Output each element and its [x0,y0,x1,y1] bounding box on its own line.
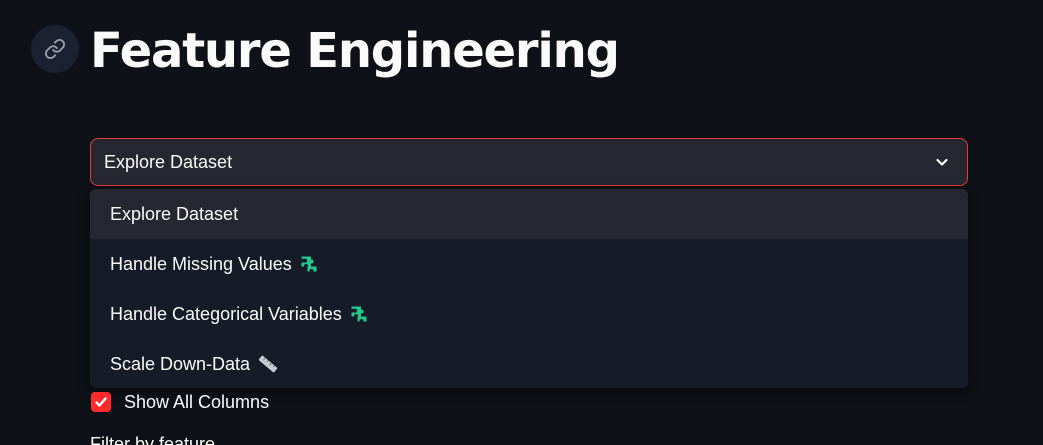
puzzle-piece-icon [299,254,319,274]
chevron-down-icon[interactable] [933,153,951,171]
option-label: Explore Dataset [110,203,239,224]
checkbox-checked-icon[interactable] [91,392,111,412]
link-icon [44,38,66,60]
section-label-partial: Filter by feature [90,434,216,445]
option-explore-dataset[interactable]: Explore Dataset [90,189,968,239]
app-main: Feature Engineering Explore Dataset Expl… [0,0,1043,445]
option-label: Scale Down-Data [110,353,251,374]
header-anchor-link[interactable] [31,25,79,73]
option-scale-down-data[interactable]: Scale Down-Data [90,339,968,388]
option-label: Handle Categorical Variables [110,303,342,324]
ruler-icon [257,354,279,374]
page-title: Feature Engineering [90,23,620,79]
option-handle-missing-values[interactable]: Handle Missing Values [90,239,968,289]
select-current-value: Explore Dataset [104,151,233,172]
option-handle-categorical-variables[interactable]: Handle Categorical Variables [90,289,968,339]
checkbox-label: Show All Columns [124,391,270,412]
operation-select[interactable]: Explore Dataset [90,138,968,186]
show-all-columns-checkbox[interactable]: Show All Columns [91,391,269,413]
select-dropdown-menu: Explore Dataset Handle Missing Values Ha… [90,189,968,388]
puzzle-piece-icon [349,304,369,324]
option-label: Handle Missing Values [110,253,292,274]
